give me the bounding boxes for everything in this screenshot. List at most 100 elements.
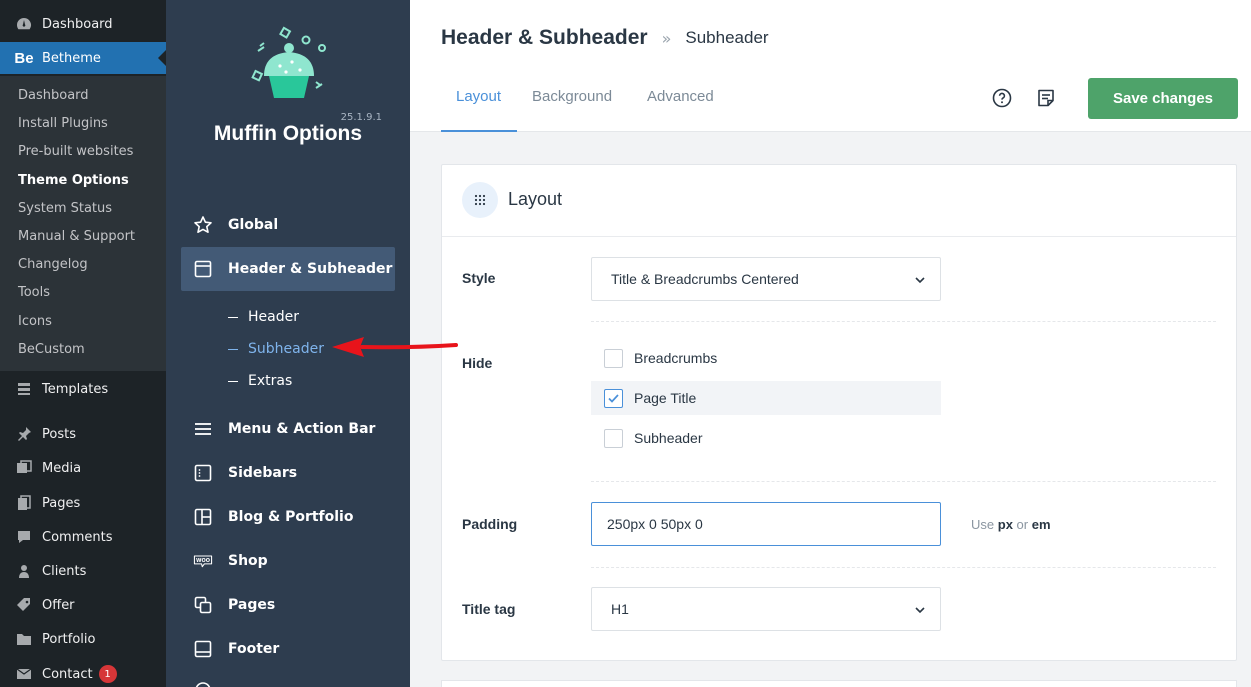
star-icon xyxy=(193,215,213,235)
pushpin-icon xyxy=(14,424,34,444)
wp-menu-portfolio[interactable]: Portfolio xyxy=(0,624,166,654)
muffin-menu-menu-action-bar-label: Menu & Action Bar xyxy=(228,421,376,437)
layout-footer-icon xyxy=(193,639,213,659)
sidebar-layout-icon xyxy=(193,463,213,483)
muffin-menu-shop[interactable]: WOO Shop xyxy=(181,539,395,583)
tab-layout[interactable]: Layout xyxy=(441,88,517,132)
wp-menu-dashboard-label: Dashboard xyxy=(42,16,113,32)
wp-menu-contact[interactable]: Contact 1 xyxy=(0,659,166,687)
muffin-menu-shop-label: Shop xyxy=(228,553,268,569)
wp-menu-pages-label: Pages xyxy=(42,495,81,511)
wp-menu-posts[interactable]: Posts xyxy=(0,419,166,449)
muffin-menu-sidebars[interactable]: Sidebars xyxy=(181,451,395,495)
wp-sub-becustom[interactable]: BeCustom xyxy=(18,340,85,360)
layout-panel: Layout Style Title & Breadcrumbs Centere… xyxy=(441,164,1237,661)
wp-sub-tools[interactable]: Tools xyxy=(18,283,50,303)
muffin-logo-icon xyxy=(251,26,326,98)
style-select[interactable]: Title & Breadcrumbs Centered xyxy=(591,257,941,301)
wp-menu-portfolio-label: Portfolio xyxy=(42,631,96,647)
wp-menu-media-label: Media xyxy=(42,460,82,476)
wp-menu-posts-label: Posts xyxy=(42,426,76,442)
muffin-menu-pages-label: Pages xyxy=(228,597,276,613)
muffin-menu-pages[interactable]: Pages xyxy=(181,583,395,627)
muffin-menu-header-subheader[interactable]: Header & Subheader xyxy=(181,247,395,291)
next-panel-edge xyxy=(441,680,1237,687)
notes-icon[interactable] xyxy=(1036,88,1056,108)
tag-icon xyxy=(14,595,34,615)
wp-menu-pages[interactable]: Pages xyxy=(0,488,166,518)
breadcrumb-separator: » xyxy=(661,28,672,48)
dash-icon xyxy=(228,380,238,382)
wp-menu-comments[interactable]: Comments xyxy=(0,522,166,552)
panel-title: Layout xyxy=(508,189,563,209)
tab-background[interactable]: Background xyxy=(532,88,612,132)
breadcrumbs-checkbox-label: Breadcrumbs xyxy=(634,350,718,366)
title-tag-select-value: H1 xyxy=(611,601,629,617)
hide-breadcrumbs-option[interactable]: Breadcrumbs xyxy=(591,341,941,375)
wp-sub-changelog[interactable]: Changelog xyxy=(18,255,88,275)
woocommerce-icon: WOO xyxy=(193,551,213,571)
wp-admin-sidebar: Dashboard Be Betheme Dashboard Install P… xyxy=(0,0,166,687)
muffin-menu-global[interactable]: Global xyxy=(181,203,395,247)
title-tag-label: Title tag xyxy=(462,601,516,617)
field-divider xyxy=(591,567,1216,568)
unit-em: em xyxy=(1031,517,1051,532)
wp-sub-manual-support[interactable]: Manual & Support xyxy=(18,227,135,247)
breadcrumbs-checkbox[interactable] xyxy=(604,348,623,368)
tab-advanced[interactable]: Advanced xyxy=(647,88,714,132)
wp-menu-offer[interactable]: Offer xyxy=(0,590,166,620)
field-divider xyxy=(591,321,1216,322)
title-tag-select[interactable]: H1 xyxy=(591,587,941,631)
hamburger-icon xyxy=(193,419,213,439)
page-title-checkbox[interactable] xyxy=(604,388,623,408)
wp-sub-icons[interactable]: Icons xyxy=(18,312,52,332)
muffin-menu-footer[interactable]: Footer xyxy=(181,627,395,671)
grid-layout-icon xyxy=(193,507,213,527)
wp-sub-theme-options[interactable]: Theme Options xyxy=(18,171,129,191)
muffin-sub-header-label: Header xyxy=(248,309,299,325)
wp-menu-clients[interactable]: Clients xyxy=(0,556,166,586)
chevron-down-icon xyxy=(915,607,925,614)
help-icon[interactable] xyxy=(992,88,1012,108)
layout-header-icon xyxy=(193,259,213,279)
muffin-menu-sidebars-label: Sidebars xyxy=(228,465,298,481)
envelope-icon xyxy=(14,664,34,684)
page-title: Header & Subheader xyxy=(441,26,648,49)
muffin-menu-menu-action-bar[interactable]: Menu & Action Bar xyxy=(181,407,395,451)
active-menu-pointer xyxy=(158,50,166,66)
muffin-options-title: Muffin Options xyxy=(213,122,363,145)
padding-input[interactable] xyxy=(591,502,941,546)
muffin-sub-extras[interactable]: Extras xyxy=(228,370,292,392)
subheader-checkbox-label: Subheader xyxy=(634,430,703,446)
save-changes-button[interactable]: Save changes xyxy=(1088,78,1238,119)
betheme-logo-icon: Be xyxy=(14,49,34,67)
wp-menu-templates-label: Templates xyxy=(42,381,109,397)
padding-label: Padding xyxy=(462,516,518,532)
style-select-value: Title & Breadcrumbs Centered xyxy=(611,271,799,287)
dashboard-icon xyxy=(14,14,34,34)
style-label: Style xyxy=(462,270,496,286)
wp-menu-comments-label: Comments xyxy=(42,529,113,545)
wp-menu-templates[interactable]: Templates xyxy=(0,374,166,404)
hide-page-title-option[interactable]: Page Title xyxy=(591,381,941,415)
notification-badge: 1 xyxy=(98,665,117,683)
unit-px: px xyxy=(997,517,1013,532)
wp-sub-system-status[interactable]: System Status xyxy=(18,199,112,219)
wp-menu-media[interactable]: Media xyxy=(0,453,166,483)
wp-sub-install-plugins[interactable]: Install Plugins xyxy=(18,114,108,134)
media-icon xyxy=(14,458,34,478)
breadcrumb-current: Subheader xyxy=(685,28,769,47)
wp-sub-dashboard[interactable]: Dashboard xyxy=(18,86,89,106)
wp-menu-dashboard[interactable]: Dashboard xyxy=(0,9,166,39)
wp-sub-prebuilt-websites[interactable]: Pre-built websites xyxy=(18,142,133,162)
hide-subheader-option[interactable]: Subheader xyxy=(591,421,941,455)
field-divider xyxy=(591,481,1216,482)
muffin-sub-subheader[interactable]: Subheader xyxy=(228,338,324,360)
checkmark-icon xyxy=(608,393,619,403)
wp-menu-betheme[interactable]: Be Betheme xyxy=(0,42,166,74)
subheader-checkbox[interactable] xyxy=(604,428,623,448)
muffin-menu-blog-portfolio[interactable]: Blog & Portfolio xyxy=(181,495,395,539)
muffin-menu-footer-label: Footer xyxy=(228,641,280,657)
muffin-menu-blog-portfolio-label: Blog & Portfolio xyxy=(228,509,354,525)
muffin-sub-header[interactable]: Header xyxy=(228,306,299,328)
